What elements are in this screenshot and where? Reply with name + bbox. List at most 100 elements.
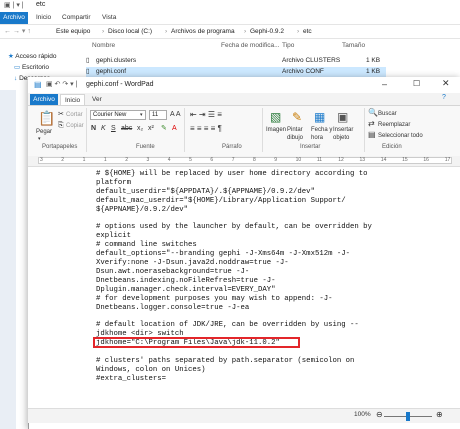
explorer-tab-vista[interactable]: Vista [102, 13, 116, 23]
bold-icon[interactable]: N [91, 125, 96, 133]
wordpad-tab-ver[interactable]: Ver [92, 94, 102, 105]
column-nombre[interactable]: Nombre [92, 42, 115, 49]
breadcrumb-sep-icon: › [297, 28, 300, 35]
select-all-button[interactable]: Seleccionar todo [378, 132, 423, 140]
highlight-icon[interactable]: ✎ [161, 125, 167, 133]
insert-image-button[interactable]: Imagen [266, 126, 286, 134]
document-line[interactable] [96, 313, 396, 322]
paint-drawing-button[interactable]: Pintar dibujo [287, 126, 313, 142]
breadcrumb-sep-icon: › [102, 28, 105, 35]
file-type: Archivo CONF [282, 68, 324, 75]
help-icon[interactable]: ? [442, 94, 446, 101]
explorer-tab-inicio[interactable]: Inicio [36, 13, 51, 23]
zoom-in-icon[interactable]: ⊕ [436, 410, 443, 419]
zoom-out-icon[interactable]: ⊖ [376, 410, 383, 419]
document-line[interactable]: Xverify:none -J-Dsun.java2d.noddraw=true… [96, 259, 396, 268]
breadcrumb-disco[interactable]: Disco local (C:) [108, 27, 152, 36]
ruler-tick-label: 3 [40, 157, 43, 163]
ruler-bar[interactable] [38, 157, 452, 164]
ribbon-separator [262, 108, 263, 152]
minimize-icon[interactable]: – [382, 79, 387, 89]
document-line[interactable]: #extra_clusters= [96, 375, 396, 384]
image-icon[interactable]: ▧ [270, 110, 281, 124]
document-line[interactable]: Dnetbeans.logger.console=true -J-ea [96, 304, 396, 313]
align-icons[interactable]: ≡ ≡ ≡ ≡ ¶ [190, 125, 222, 133]
document-line[interactable]: Dnetbeans.indexing.noFileRefresh=true -J… [96, 277, 396, 286]
nav-acceso-rapido[interactable]: ★ Acceso rápido [8, 52, 56, 61]
file-type: Archivo CLUSTERS [282, 57, 341, 64]
zoom-slider-thumb[interactable] [406, 412, 410, 421]
ruler-tick-label: 15 [402, 157, 408, 163]
find-button[interactable]: Buscar [378, 110, 397, 118]
maximize-icon[interactable]: ☐ [413, 79, 420, 88]
font-size-select[interactable]: 11 [149, 110, 167, 120]
column-tipo[interactable]: Tipo [282, 42, 294, 49]
nav-arrows-icon[interactable]: ← → ▾ ↑ [4, 27, 31, 35]
ruler-tick-label: 11 [316, 157, 323, 163]
copy-button[interactable]: Copiar [66, 122, 84, 130]
close-icon[interactable]: ✕ [442, 78, 450, 89]
document-line[interactable]: # ${HOME} will be replaced by user home … [96, 170, 396, 179]
font-name-select[interactable]: Courier New [90, 110, 146, 120]
file-icon: ▯ [86, 68, 90, 75]
indent-icons[interactable]: ⇤ ⇥ ☰ ≡ [190, 111, 222, 119]
column-fecha[interactable]: Fecha de modifica... [221, 42, 280, 49]
ruler-tick-label: 8 [253, 157, 256, 163]
document-line[interactable] [96, 348, 396, 357]
breadcrumb-gephi[interactable]: Gephi-0.9.2 [250, 27, 284, 36]
breadcrumb-etc[interactable]: etc [303, 27, 312, 36]
ruler-tick-label: 2 [61, 157, 65, 163]
document-line[interactable]: Windows, colon on Unices) [96, 366, 396, 375]
document-text[interactable]: # ${HOME} will be replaced by user home … [96, 170, 396, 384]
chevron-down-icon: ▾ [140, 112, 143, 118]
document-line[interactable]: Dsun.awt.noerasebackground=true -J- [96, 268, 396, 277]
document-line[interactable]: explicit [96, 232, 396, 241]
nav-escritorio[interactable]: ▭ Escritorio [14, 63, 49, 72]
chevron-down-icon[interactable]: ▾ [38, 135, 41, 143]
document-line[interactable]: # for development purposes you may wish … [96, 295, 396, 304]
desktop-icon: ▭ [14, 64, 22, 71]
paint-icon[interactable]: ✎ [292, 110, 302, 124]
clipboard-group-label: Portapapeles [42, 144, 78, 150]
document-line[interactable] [96, 215, 396, 224]
datetime-button[interactable]: Fecha y hora [311, 126, 335, 142]
replace-button[interactable]: Reemplazar [378, 121, 410, 129]
calendar-icon[interactable]: ▦ [314, 110, 325, 124]
ruler-tick-label: 16 [423, 157, 429, 163]
find-icon: 🔍 [368, 108, 378, 117]
object-icon[interactable]: ▣ [337, 110, 348, 124]
document-line[interactable]: ${APPNAME}/0.9.2/dev" [96, 206, 396, 215]
file-row-selected[interactable]: ▯ gephi.conf Archivo CONF 1 KB [86, 67, 386, 77]
ruler-tick-label: 9 [274, 157, 278, 163]
explorer-titlebar: ▣ | ▾ | etc [0, 0, 460, 12]
italic-icon[interactable]: K [101, 125, 106, 133]
file-row[interactable]: ▯ gephi.clusters Archivo CLUSTERS 1 KB [86, 56, 386, 66]
explorer-tab-compartir[interactable]: Compartir [62, 13, 91, 23]
grow-font-icon[interactable]: A A [170, 111, 181, 119]
superscript-icon[interactable]: x² [148, 125, 154, 133]
document-line[interactable]: default_options="--branding gephi -J-Xms… [96, 250, 396, 259]
document-line[interactable]: Dplugin.manager.check.interval=EVERY_DAY… [96, 286, 396, 295]
underline-icon[interactable]: S [111, 125, 116, 133]
column-tamano[interactable]: Tamaño [342, 42, 365, 49]
subscript-icon[interactable]: x₂ [137, 125, 143, 133]
explorer-tab-archivo[interactable]: Archivo [0, 12, 28, 24]
document-line[interactable]: default_userdir="${APPDATA}/.${APPNAME}/… [96, 188, 396, 197]
ruler-tick-label: 5 [189, 157, 192, 163]
font-color-icon[interactable]: A [172, 125, 177, 133]
quick-access-icons[interactable]: ▣ ↶ ↷ ▾ | [46, 80, 77, 88]
breadcrumb-este-equipo[interactable]: Este equipo [56, 27, 90, 36]
strikethrough-icon[interactable]: abc [121, 125, 132, 133]
cut-button[interactable]: Cortar [66, 111, 83, 119]
breadcrumb-archivos[interactable]: Archivos de programa [171, 27, 235, 36]
insert-object-button[interactable]: Insertar objeto [333, 126, 361, 142]
document-line[interactable]: default_mac_userdir="${HOME}/Library/App… [96, 197, 396, 206]
document-line[interactable]: # command line switches [96, 241, 396, 250]
document-line[interactable]: # default location of JDK/JRE, can be ov… [96, 321, 396, 330]
document-line[interactable]: platform [96, 179, 396, 188]
highlight-box [93, 337, 300, 348]
wordpad-tab-archivo[interactable]: Archivo [30, 94, 58, 105]
paste-icon[interactable]: 📋 [38, 110, 55, 126]
document-line[interactable]: # options used by the launcher by defaul… [96, 223, 396, 232]
document-line[interactable]: # clusters' paths separated by path.sepa… [96, 357, 396, 366]
